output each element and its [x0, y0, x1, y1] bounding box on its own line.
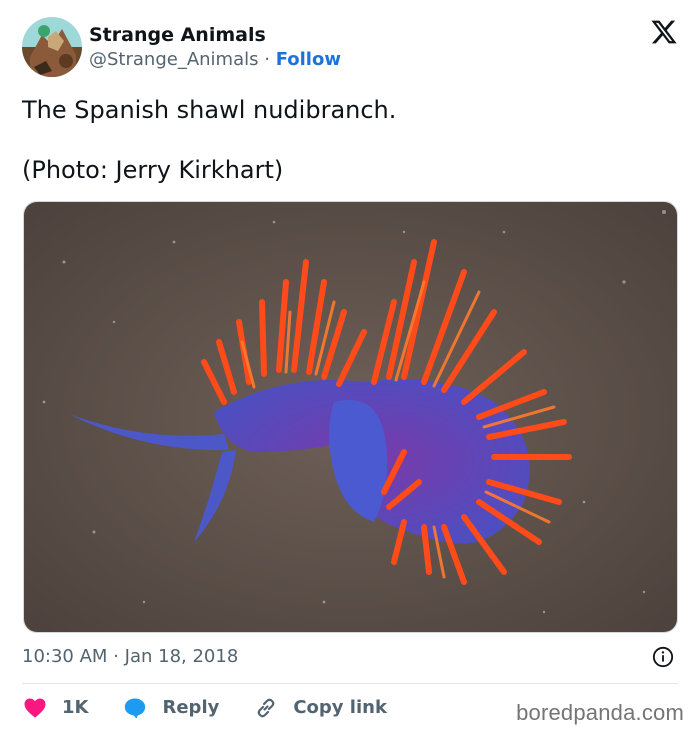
link-icon — [258, 698, 275, 718]
tweet-actions: 1K Reply Copy link — [22, 694, 421, 722]
tweet-date: Jan 18, 2018 — [124, 646, 239, 667]
copy-link-button[interactable]: Copy link — [253, 696, 387, 720]
tweet-timestamp[interactable]: 10:30 AM · Jan 18, 2018 — [22, 645, 238, 669]
follow-button[interactable]: Follow — [276, 49, 341, 70]
speech-bubble-icon — [125, 698, 146, 719]
tweet-text: The Spanish shawl nudibranch. (Photo: Je… — [22, 95, 678, 185]
tweet-text-line-2: (Photo: Jerry Kirkhart) — [22, 156, 284, 184]
avatar-image — [22, 17, 82, 77]
reply-label: Reply — [162, 697, 220, 718]
like-count: 1K — [62, 697, 89, 718]
nudibranch-photo — [24, 202, 677, 632]
actions-divider — [22, 683, 678, 684]
reply-button[interactable]: Reply — [122, 696, 219, 720]
author-handle[interactable]: @Strange_Animals — [89, 49, 259, 70]
author-avatar[interactable] — [22, 17, 82, 77]
copy-link-label: Copy link — [293, 697, 387, 718]
timestamp-separator: · — [113, 646, 119, 667]
like-button[interactable]: 1K — [22, 696, 88, 720]
author-name[interactable]: Strange Animals — [89, 23, 266, 47]
tweet-time: 10:30 AM — [22, 646, 108, 667]
tweet-embed-card: Strange Animals @Strange_Animals · Follo… — [0, 0, 700, 736]
x-logo-icon[interactable] — [650, 18, 678, 46]
info-icon[interactable] — [652, 646, 674, 668]
heart-icon — [24, 698, 46, 718]
watermark: boredpanda.com — [516, 700, 684, 725]
author-handle-row: @Strange_Animals · Follow — [89, 48, 341, 72]
handle-separator: · — [264, 49, 270, 70]
tweet-photo[interactable] — [23, 201, 678, 633]
tweet-text-line-1: The Spanish shawl nudibranch. — [22, 96, 397, 124]
